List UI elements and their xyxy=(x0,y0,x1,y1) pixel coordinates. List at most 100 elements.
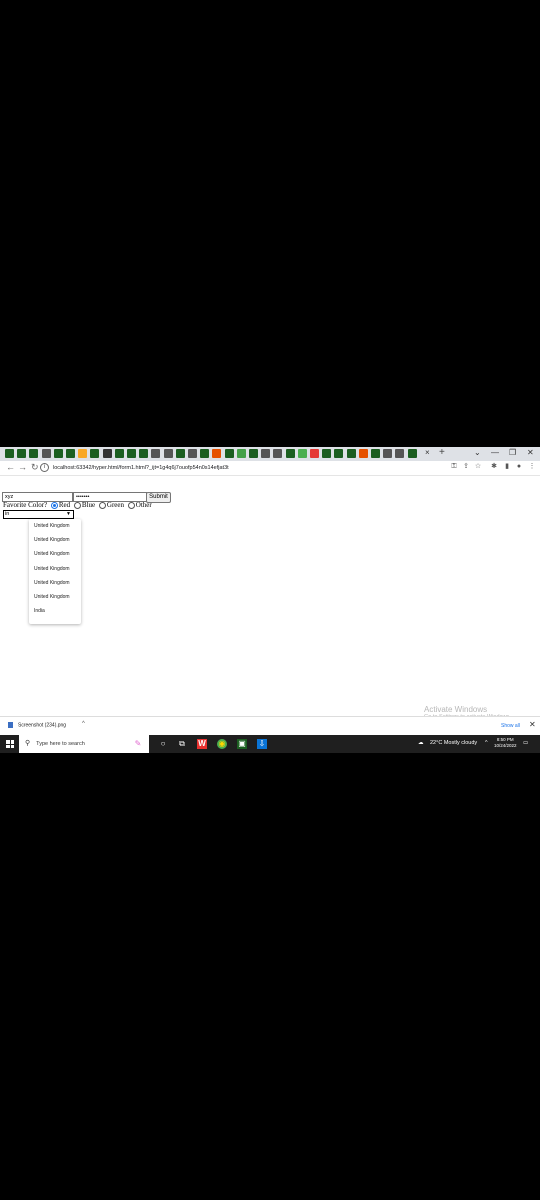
pycharm-icon[interactable]: ▣ xyxy=(237,739,247,749)
reload-icon[interactable]: ↻ xyxy=(31,462,39,473)
tab-favicon-icon[interactable] xyxy=(5,449,14,458)
profile-avatar-icon[interactable]: ● xyxy=(515,463,523,471)
new-tab-button[interactable]: + xyxy=(439,447,445,458)
tab-favicon-icon[interactable] xyxy=(395,449,405,458)
tab-favicon-icon[interactable] xyxy=(78,449,88,458)
radio-other-label: Other xyxy=(135,501,152,509)
tab-strip: × + ⌄ — ❐ ✕ xyxy=(0,447,540,461)
show-all-button[interactable]: Show all xyxy=(501,723,520,729)
radio-blue[interactable] xyxy=(73,501,81,509)
dropdown-option[interactable]: India xyxy=(29,604,81,618)
dropdown-option[interactable]: United Kingdom xyxy=(29,533,81,547)
tab-favicon-icon[interactable] xyxy=(224,449,234,458)
country-select-value: in xyxy=(5,511,10,517)
windows-taskbar: ⚲ Type here to search ✎ ○ ⧉ W ◉ ▣ ⇩ ☁ 22°… xyxy=(0,735,540,753)
windows-start-icon[interactable] xyxy=(6,740,14,748)
download-file-name: Screenshot (234).png xyxy=(18,722,67,729)
url-text: localhost:63342/hyper.html/form1.html?_i… xyxy=(53,465,229,471)
weather-text[interactable]: 22°C Mostly cloudy xyxy=(430,740,477,746)
share-icon[interactable]: ⇪ xyxy=(462,463,470,471)
weather-icon[interactable]: ☁ xyxy=(418,740,424,746)
notification-icon[interactable]: ▭ xyxy=(523,740,528,746)
tab-favicon-icon[interactable] xyxy=(383,449,393,458)
desktop-screen: × + ⌄ — ❐ ✕ ← → ↻ i localhost:63342/hyper… xyxy=(0,447,540,753)
tab-favicon-icon[interactable] xyxy=(212,449,222,458)
radio-red[interactable] xyxy=(50,501,58,509)
dropdown-option[interactable]: United Kingdom xyxy=(29,519,81,533)
tab-favicon-icon[interactable] xyxy=(273,449,283,458)
dropdown-option[interactable]: United Kingdom xyxy=(29,576,81,590)
clock-date: 10/24/2022 xyxy=(494,743,517,748)
tab-favicon-icon[interactable] xyxy=(346,449,356,458)
tab-favicon-icon[interactable] xyxy=(151,449,161,458)
tab-favicon-icon[interactable] xyxy=(297,449,307,458)
page-content: xyz ••••••• Submit Favorite Color? Red B… xyxy=(0,489,540,719)
tab-favicon-icon[interactable] xyxy=(66,449,75,458)
tab-favicon-icon[interactable] xyxy=(41,449,51,458)
tab-favicon-icon[interactable] xyxy=(200,449,210,458)
favorite-color-label: Favorite Color? xyxy=(3,501,48,509)
tab-favicon-icon[interactable] xyxy=(371,449,380,458)
bookmark-star-icon[interactable]: ☆ xyxy=(474,463,482,471)
tab-favicon-icon[interactable] xyxy=(407,449,417,458)
window-close-button[interactable]: ✕ xyxy=(527,448,534,457)
tab-favicon-icon[interactable] xyxy=(188,449,197,458)
tab-close-button[interactable]: × xyxy=(425,448,430,457)
tab-favicon-icon[interactable] xyxy=(236,449,246,458)
tab-favicon-icon[interactable] xyxy=(102,449,112,458)
task-view-icon[interactable]: ⧉ xyxy=(177,739,187,749)
tab-favicon-icon[interactable] xyxy=(53,449,63,458)
tab-favicon-icon[interactable] xyxy=(358,449,368,458)
radio-red-label: Red xyxy=(58,501,71,509)
download-item[interactable]: Screenshot (234).png xyxy=(8,722,66,728)
site-info-icon[interactable]: i xyxy=(40,463,49,473)
extensions-puzzle-icon[interactable]: ✱ xyxy=(490,463,498,471)
restore-button[interactable]: ❐ xyxy=(509,448,516,457)
search-placeholder: Type here to search xyxy=(36,741,85,747)
app-icon[interactable]: ⇩ xyxy=(257,739,267,749)
tab-favicon-icon[interactable] xyxy=(261,449,271,458)
tab-favicon-icon[interactable] xyxy=(285,449,295,458)
download-bar: Screenshot (234).png ^ Show all ✕ xyxy=(0,716,540,736)
key-icon[interactable]: ⚿ xyxy=(450,463,458,471)
dropdown-option[interactable]: United Kingdom xyxy=(29,590,81,604)
chevron-up-icon[interactable]: ^ xyxy=(82,721,85,727)
tab-favicon-icon[interactable] xyxy=(310,449,319,458)
watermark-title: Activate Windows xyxy=(424,705,488,714)
favorite-color-group: Favorite Color? Red Blue Green Other xyxy=(3,501,152,510)
cortana-icon[interactable]: ○ xyxy=(158,739,168,749)
tab-search-icon[interactable]: ⌄ xyxy=(474,448,481,457)
search-highlight-icon[interactable]: ✎ xyxy=(124,739,152,749)
tab-favicon-icon[interactable] xyxy=(114,449,124,458)
dropdown-option[interactable]: United Kingdom xyxy=(29,547,81,561)
browser-toolbar: ← → ↻ i localhost:63342/hyper.html/form1.… xyxy=(0,461,540,476)
tab-favicon-icon[interactable] xyxy=(17,449,27,458)
tab-favicon-icon[interactable] xyxy=(90,449,100,458)
tab-favicon-icon[interactable] xyxy=(249,449,258,458)
taskbar-clock[interactable]: 8:50 PM 10/24/2022 xyxy=(494,737,517,749)
country-select[interactable]: in ▼ xyxy=(3,510,74,519)
image-file-icon xyxy=(8,722,13,728)
side-panel-icon[interactable]: ▮ xyxy=(503,463,511,471)
tab-favicon-icon[interactable] xyxy=(175,449,185,458)
address-bar[interactable]: i localhost:63342/hyper.html/form1.html?_… xyxy=(40,463,460,473)
minimize-button[interactable]: — xyxy=(491,448,499,457)
wps-office-icon[interactable]: W xyxy=(197,739,207,749)
radio-other[interactable] xyxy=(127,501,135,509)
tab-favicon-icon[interactable] xyxy=(334,449,344,458)
search-icon: ⚲ xyxy=(25,740,31,747)
radio-green[interactable] xyxy=(98,501,106,509)
radio-blue-label: Blue xyxy=(81,501,96,509)
chrome-icon[interactable]: ◉ xyxy=(217,739,227,749)
download-bar-close-button[interactable]: ✕ xyxy=(529,720,536,729)
tray-chevron-icon[interactable]: ^ xyxy=(485,740,488,746)
more-menu-icon[interactable]: ⋮ xyxy=(528,463,536,471)
tab-favicon-icon[interactable] xyxy=(139,449,149,458)
dropdown-option[interactable]: United Kingdom xyxy=(29,562,81,576)
back-arrow-icon[interactable]: ← xyxy=(6,462,15,472)
tab-favicon-icon[interactable] xyxy=(163,449,173,458)
tab-favicon-icon[interactable] xyxy=(29,449,39,458)
tab-favicon-icon[interactable] xyxy=(322,449,332,458)
forward-arrow-icon[interactable]: → xyxy=(18,462,27,472)
tab-favicon-icon[interactable] xyxy=(127,449,136,458)
